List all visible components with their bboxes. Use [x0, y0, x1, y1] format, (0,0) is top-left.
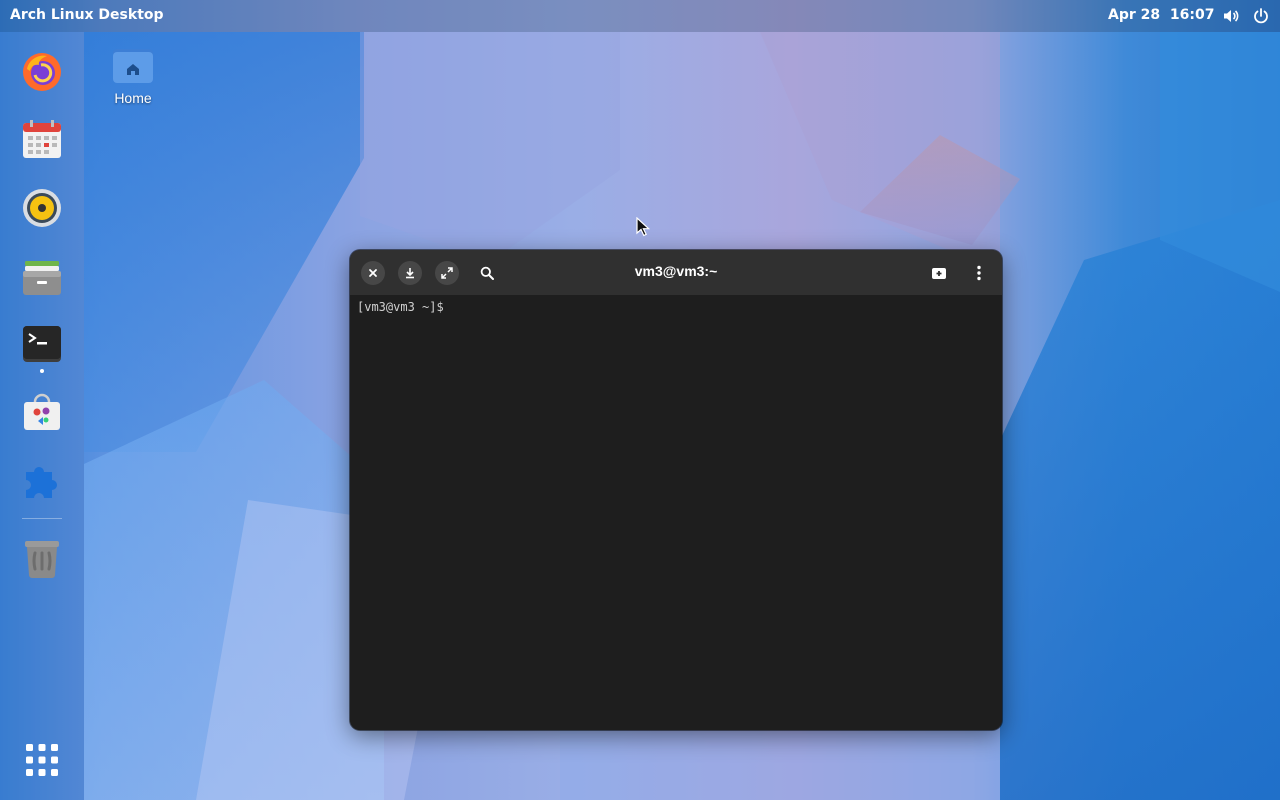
- menu-icon[interactable]: [967, 261, 991, 285]
- terminal-title: vm3@vm3:~: [634, 263, 718, 279]
- terminal-body[interactable]: [vm3@vm3 ~]$: [350, 295, 1002, 730]
- terminal-running-indicator: [40, 369, 44, 373]
- new-tab-icon[interactable]: [927, 261, 951, 285]
- firefox-icon[interactable]: [20, 50, 64, 94]
- volume-icon[interactable]: [1222, 7, 1240, 25]
- calendar-icon[interactable]: [20, 118, 64, 162]
- file-cabinet-icon[interactable]: [20, 254, 64, 298]
- software-store-icon[interactable]: [20, 390, 64, 434]
- terminal-window[interactable]: vm3@vm3:~ [vm3@vm3 ~]$: [350, 250, 1002, 730]
- app-grid-icon[interactable]: [20, 738, 64, 782]
- shell-prompt: [vm3@vm3 ~]$: [357, 300, 444, 314]
- home-folder-label: Home: [114, 90, 152, 106]
- home-folder-icon: [108, 49, 158, 90]
- dash-dock: [0, 32, 84, 800]
- activities-title[interactable]: Arch Linux Desktop: [10, 7, 164, 23]
- puzzle-piece-icon[interactable]: [20, 458, 64, 502]
- terminal-icon[interactable]: [20, 322, 64, 366]
- trash-icon[interactable]: [20, 536, 64, 580]
- speaker-icon[interactable]: [20, 186, 64, 230]
- power-icon[interactable]: [1252, 7, 1270, 25]
- terminal-headerbar[interactable]: vm3@vm3:~: [350, 250, 1002, 295]
- mouse-cursor-icon: [636, 216, 651, 241]
- dock-separator: [22, 518, 62, 519]
- top-bar: Arch Linux Desktop Apr 28 16:07: [0, 0, 1280, 32]
- clock[interactable]: Apr 28 16:07: [1108, 7, 1214, 23]
- desktop-home-folder[interactable]: Home: [108, 46, 158, 106]
